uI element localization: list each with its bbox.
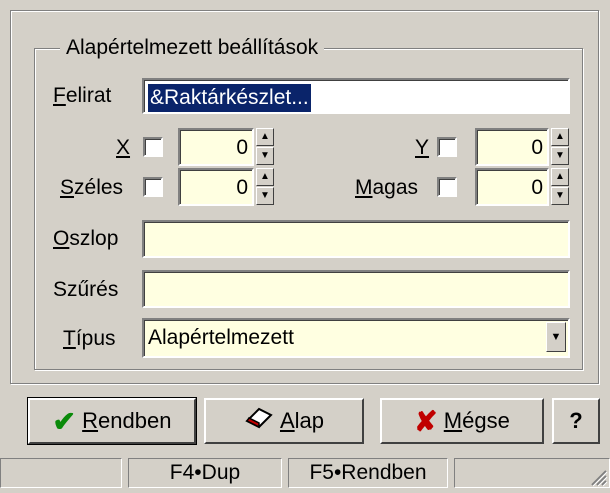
magas-checkbox[interactable] (437, 177, 457, 197)
magas-spinner[interactable]: ▲ ▼ (551, 168, 569, 206)
y-spinner[interactable]: ▲ ▼ (551, 128, 569, 166)
x-cross-icon: ✘ (414, 406, 438, 438)
szeles-input[interactable]: 0 (178, 168, 254, 206)
szures-input[interactable] (142, 270, 570, 308)
spin-down-icon[interactable]: ▼ (256, 187, 274, 205)
szeles-value: 0 (236, 176, 248, 199)
oszlop-input[interactable] (142, 220, 570, 258)
rendben-label: endben (98, 408, 172, 433)
status-f5-rendben[interactable]: F5•Rendben (288, 458, 448, 488)
x-input[interactable]: 0 (178, 128, 254, 166)
tipus-label: Típus (63, 327, 116, 350)
spin-down-icon[interactable]: ▼ (256, 147, 274, 165)
spin-up-icon[interactable]: ▲ (256, 168, 274, 186)
tipus-select[interactable]: Alapértelmezett ▼ (142, 318, 570, 358)
alap-button[interactable]: Alap (204, 398, 364, 444)
tipus-value: Alapértelmezett (148, 326, 294, 349)
dropdown-arrow-icon[interactable]: ▼ (546, 322, 566, 352)
felirat-value: &Raktárkészlet... (148, 84, 311, 112)
megse-label-u: M (443, 408, 463, 433)
y-value: 0 (531, 136, 543, 159)
spin-up-icon[interactable]: ▲ (256, 128, 274, 146)
alap-label: lap (294, 408, 325, 433)
checkmark-icon: ✔ (52, 406, 77, 438)
rendben-button[interactable]: ✔ Rendben (27, 397, 197, 445)
magas-label: Magas (355, 176, 419, 199)
status-cell-empty-1 (0, 458, 122, 488)
magas-value: 0 (531, 176, 543, 199)
rendben-label-u: R (82, 408, 99, 433)
x-spinner[interactable]: ▲ ▼ (256, 128, 274, 166)
eraser-icon (244, 401, 274, 443)
y-input[interactable]: 0 (475, 128, 549, 166)
resize-grip-icon[interactable] (588, 467, 608, 487)
x-label: X (116, 136, 131, 159)
magas-input[interactable]: 0 (475, 168, 549, 206)
status-cell-empty-2 (454, 458, 610, 488)
help-button[interactable]: ? (552, 398, 600, 444)
felirat-label: Felirat (53, 84, 112, 107)
szeles-checkbox[interactable] (143, 177, 163, 197)
alap-label-u: A (279, 408, 295, 433)
megse-label: égse (462, 408, 510, 433)
y-label: Y (415, 136, 430, 159)
szeles-spinner[interactable]: ▲ ▼ (256, 168, 274, 206)
x-value: 0 (236, 136, 248, 159)
status-f4-dup[interactable]: F4•Dup (128, 458, 282, 488)
x-checkbox[interactable] (143, 137, 163, 157)
felirat-input[interactable]: &Raktárkészlet... (142, 78, 570, 114)
szeles-label: Széles (60, 176, 124, 199)
szures-label: Szűrés (53, 278, 119, 301)
spin-down-icon[interactable]: ▼ (551, 187, 569, 205)
spin-up-icon[interactable]: ▲ (551, 168, 569, 186)
oszlop-label: Oszlop (53, 227, 119, 250)
spin-up-icon[interactable]: ▲ (551, 128, 569, 146)
y-checkbox[interactable] (437, 137, 457, 157)
spin-down-icon[interactable]: ▼ (551, 147, 569, 165)
megse-button[interactable]: ✘ Mégse (380, 398, 544, 444)
settings-legend: Alapértelmezett beállítások (60, 36, 325, 60)
